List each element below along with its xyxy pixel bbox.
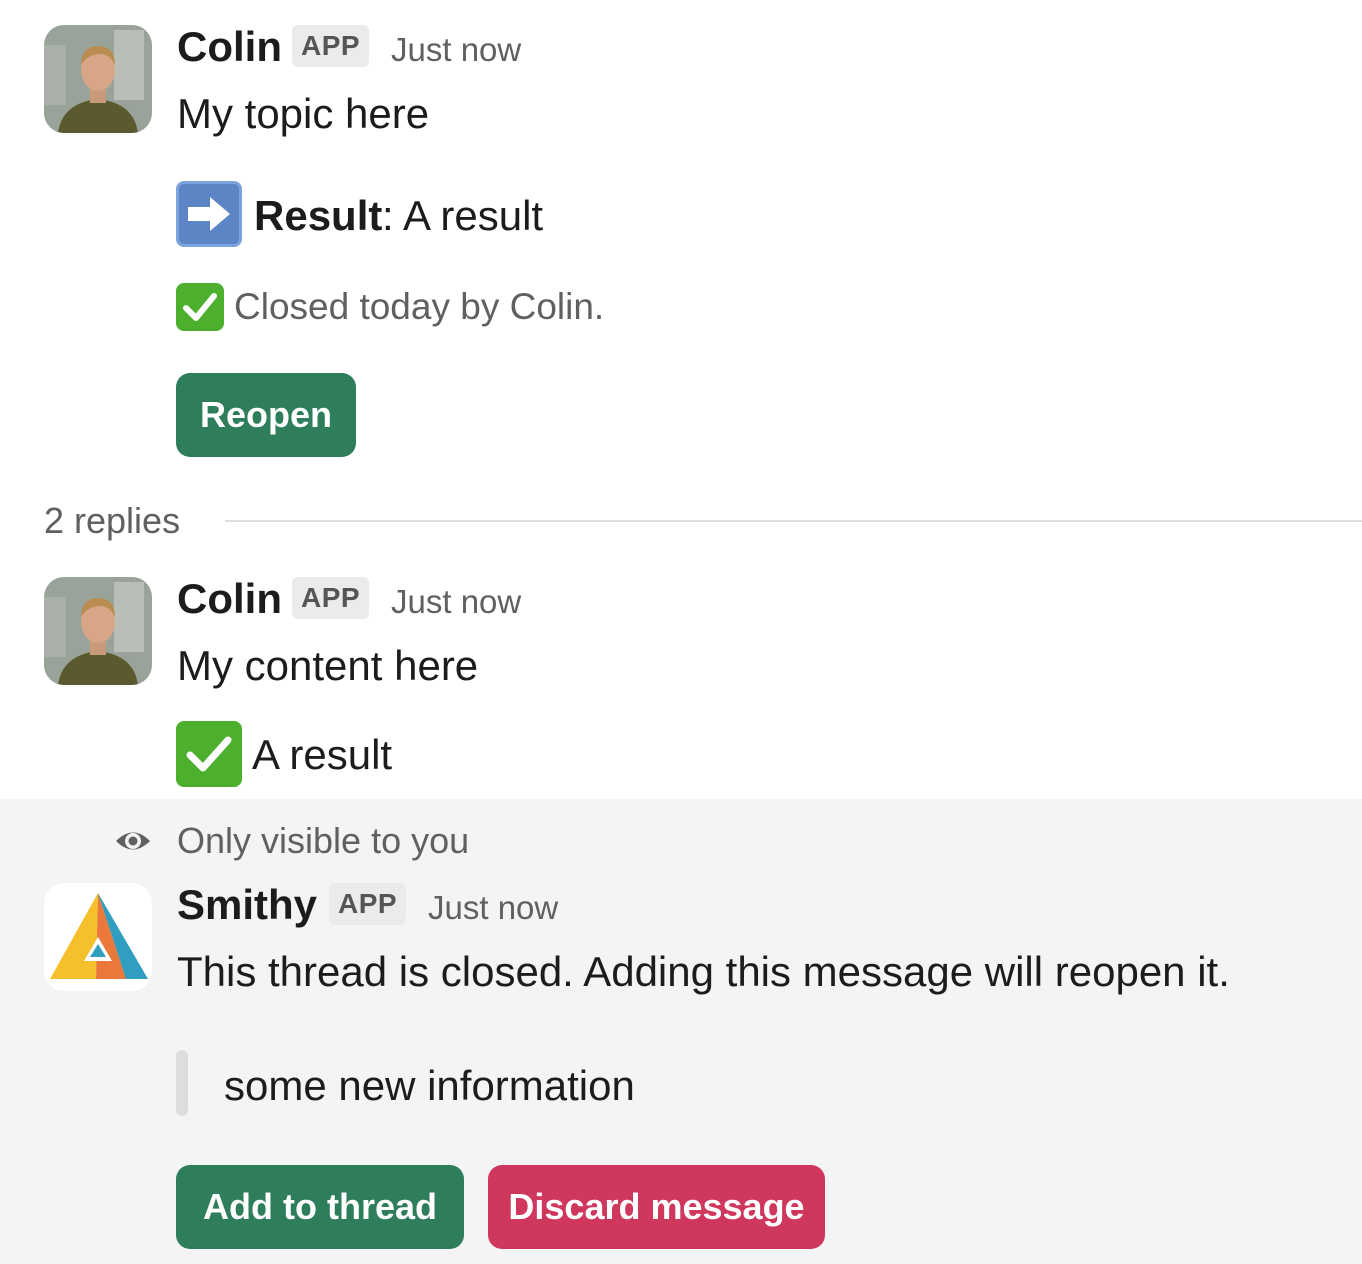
- discard-message-button[interactable]: Discard message: [488, 1165, 825, 1249]
- user-avatar[interactable]: [44, 25, 152, 133]
- visibility-note: Only visible to you: [177, 820, 470, 861]
- author-name[interactable]: Colin: [177, 575, 282, 623]
- replies-count[interactable]: 2 replies: [44, 500, 180, 542]
- eye-icon: [114, 824, 152, 858]
- result-label: Result: [254, 192, 383, 239]
- check-mark-icon: [176, 283, 224, 331]
- timestamp[interactable]: Just now: [428, 889, 558, 927]
- quote-bar: [176, 1050, 188, 1116]
- message-text: My content here: [177, 642, 479, 689]
- user-avatar[interactable]: [44, 577, 152, 685]
- result-value: : A result: [382, 192, 544, 239]
- closed-status: Closed today by Colin.: [234, 286, 605, 327]
- replies-divider: [225, 520, 1362, 522]
- add-to-thread-button[interactable]: Add to thread: [176, 1165, 464, 1249]
- arrow-right-icon: [176, 181, 242, 247]
- app-badge: APP: [329, 883, 407, 925]
- quoted-message: some new information: [224, 1062, 635, 1109]
- reopen-button[interactable]: Reopen: [176, 373, 356, 457]
- smithy-logo-icon[interactable]: [44, 883, 152, 991]
- result-text: A result: [252, 731, 393, 778]
- timestamp[interactable]: Just now: [391, 583, 521, 621]
- author-name[interactable]: Colin: [177, 23, 282, 71]
- ephemeral-text: This thread is closed. Adding this messa…: [177, 948, 1230, 995]
- app-badge: APP: [292, 577, 370, 619]
- app-badge: APP: [292, 25, 370, 67]
- check-mark-icon: [176, 721, 242, 787]
- timestamp[interactable]: Just now: [391, 31, 521, 69]
- message-text: My topic here: [177, 90, 430, 137]
- author-name[interactable]: Smithy: [177, 881, 317, 929]
